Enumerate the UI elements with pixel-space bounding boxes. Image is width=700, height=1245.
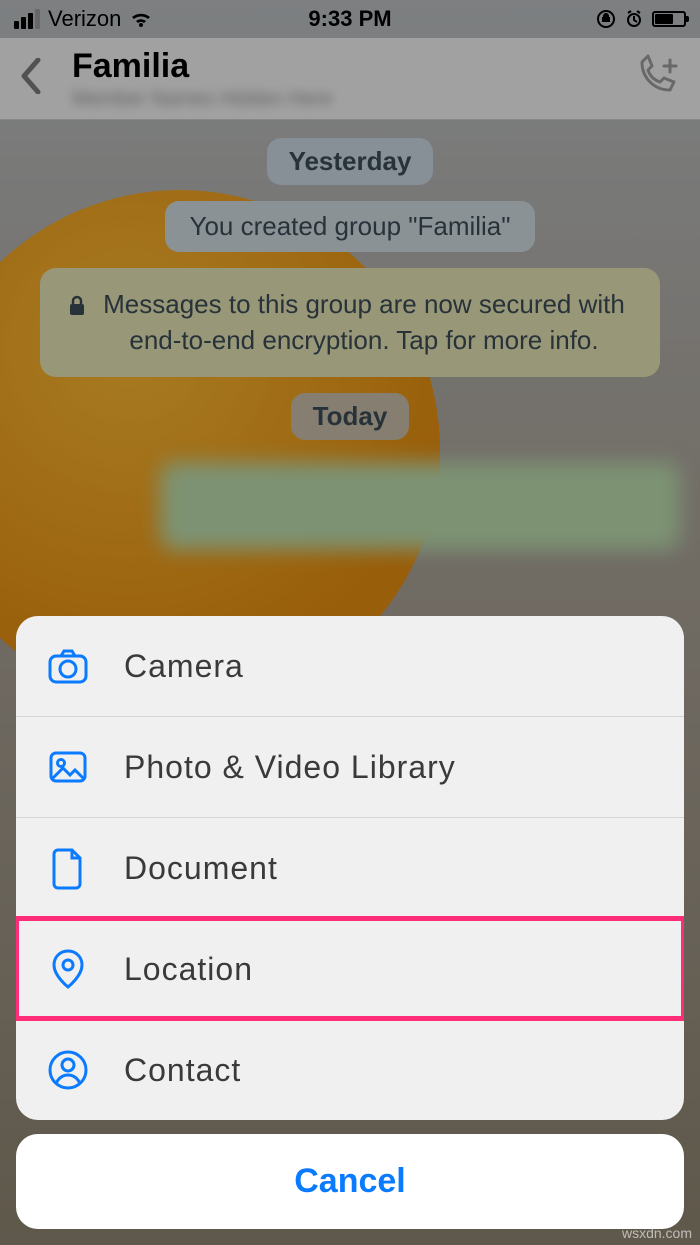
attach-contact[interactable]: Contact [16, 1019, 684, 1120]
cancel-button[interactable]: Cancel [16, 1134, 684, 1229]
attach-photo-library[interactable]: Photo & Video Library [16, 716, 684, 817]
location-icon [46, 947, 90, 991]
item-label: Photo & Video Library [124, 749, 456, 786]
item-label: Contact [124, 1052, 241, 1089]
camera-icon [46, 644, 90, 688]
document-icon [46, 846, 90, 890]
item-label: Location [124, 951, 253, 988]
photo-icon [46, 745, 90, 789]
attach-document[interactable]: Document [16, 817, 684, 918]
attach-camera[interactable]: Camera [16, 616, 684, 716]
attachment-sheet: Camera Photo & Video Library Document Lo… [16, 616, 684, 1229]
contact-icon [46, 1048, 90, 1092]
watermark: wsxdn.com [622, 1225, 692, 1241]
item-label: Document [124, 850, 278, 887]
attach-location[interactable]: Location [16, 918, 684, 1019]
item-label: Camera [124, 648, 244, 685]
